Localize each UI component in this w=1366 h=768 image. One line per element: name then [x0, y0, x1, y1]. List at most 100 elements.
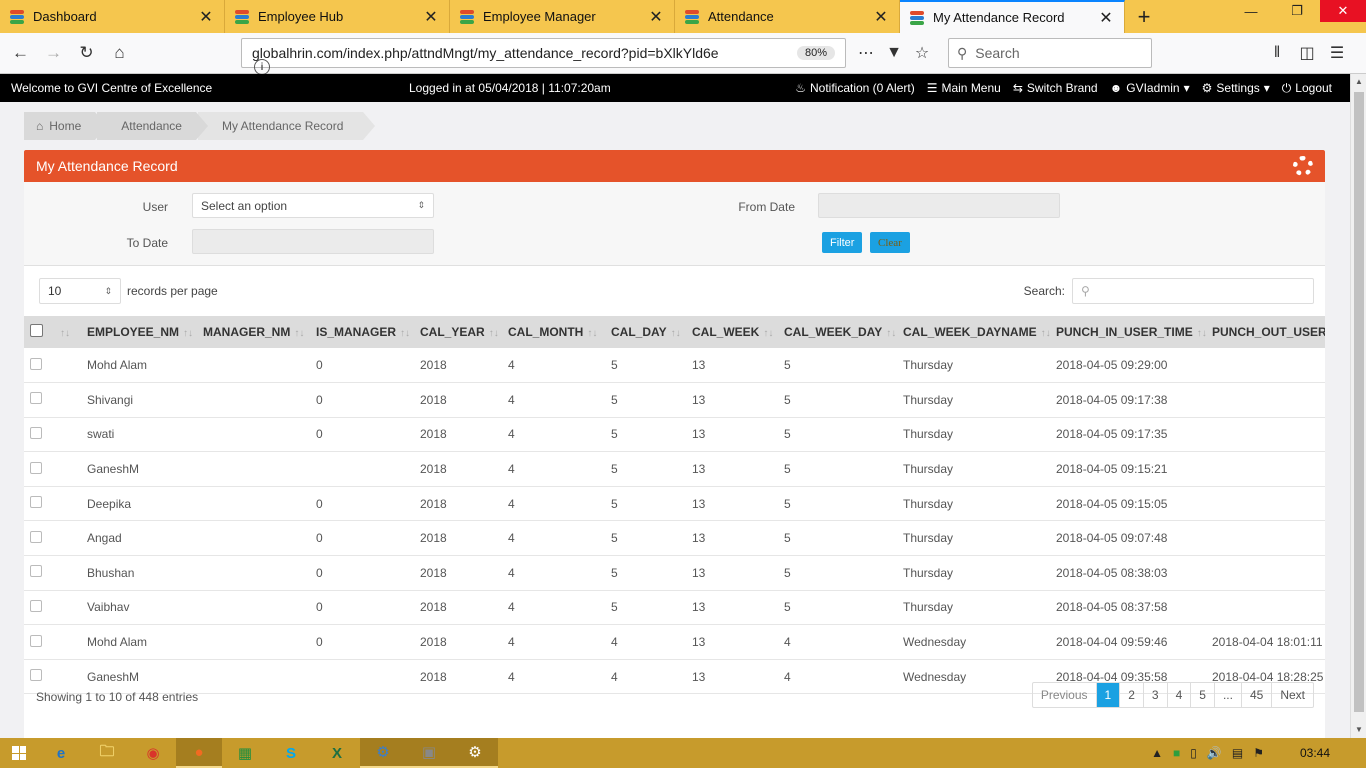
maximize-icon[interactable]: ❐	[1274, 0, 1320, 22]
row-checkbox[interactable]	[30, 634, 42, 647]
column-header[interactable]: IS_MANAGER ↑↓	[310, 316, 414, 348]
to-date-input[interactable]	[192, 229, 434, 254]
table-row[interactable]: Angad 0 2018 4 5 13 5 Thursday 2018-04-05 09:07:…	[24, 521, 1325, 556]
close-tab-icon[interactable]: ✕	[873, 7, 889, 27]
column-header[interactable]: CAL_WEEK ↑↓	[686, 316, 778, 348]
column-header[interactable]: CAL_WEEK_DAY ↑↓	[778, 316, 897, 348]
minimize-icon[interactable]: —	[1228, 0, 1274, 22]
column-header[interactable]: CAL_MONTH ↑↓	[502, 316, 605, 348]
notification-link[interactable]: ♨ Notification (0 Alert)	[795, 81, 914, 96]
zoom-level[interactable]: 80%	[796, 46, 835, 60]
more-actions-icon[interactable]: ⋯	[852, 43, 880, 63]
volume-icon[interactable]: 🔊	[1207, 746, 1222, 760]
tray-expand-icon[interactable]: ▲	[1151, 746, 1163, 760]
row-checkbox-cell[interactable]	[24, 556, 50, 591]
filter-button[interactable]: Filter	[822, 232, 863, 253]
close-tab-icon[interactable]: ✕	[648, 7, 664, 27]
row-checkbox-cell[interactable]	[24, 486, 50, 521]
reload-icon[interactable]: ↻	[70, 38, 103, 68]
from-date-input[interactable]	[818, 193, 1060, 218]
pagination-item[interactable]: 3	[1142, 683, 1167, 707]
main-menu-link[interactable]: ☰ Main Menu	[927, 81, 1001, 96]
file-explorer-icon[interactable]: 🗀	[84, 738, 130, 768]
home-icon[interactable]: ⌂	[103, 38, 136, 68]
row-checkbox-cell[interactable]	[24, 348, 50, 383]
row-checkbox[interactable]	[30, 426, 42, 439]
hamburger-menu-icon[interactable]: ☰	[1322, 43, 1352, 63]
select-all-checkbox[interactable]	[30, 324, 43, 337]
close-tab-icon[interactable]: ✕	[423, 7, 439, 27]
pagination-item[interactable]: 2	[1119, 683, 1143, 707]
row-checkbox[interactable]	[30, 392, 42, 405]
gear-icon[interactable]	[1293, 156, 1313, 176]
url-bar[interactable]: i globalhrin.com/index.php/attndMngt/my_…	[241, 38, 846, 155]
skype-icon[interactable]: S	[268, 738, 314, 768]
column-header[interactable]: PUNCH_OUT_USER_T	[1206, 316, 1325, 348]
table-row[interactable]: GaneshM 2018 4 5 13 5 Thursday 2018-04-05 09:15…	[24, 452, 1325, 487]
excel-icon[interactable]: X	[314, 738, 360, 768]
table-search-input[interactable]: ⚲	[1072, 278, 1314, 304]
start-button[interactable]	[0, 738, 38, 768]
flag-icon[interactable]: ⚑	[1253, 746, 1264, 760]
breadcrumb-home[interactable]: ⌂ Home	[24, 112, 108, 140]
pagination-item[interactable]: 1	[1095, 683, 1120, 707]
select-all-checkbox-cell[interactable]	[24, 316, 50, 348]
network-tool-icon[interactable]: ⚙	[360, 738, 406, 768]
settings-app-icon[interactable]: ⚙	[452, 738, 498, 768]
row-checkbox-cell[interactable]	[24, 417, 50, 452]
user-menu[interactable]: ☻ GVIadmin ▾	[1110, 81, 1190, 96]
pagination-item[interactable]: Next	[1271, 683, 1313, 707]
pagination-item[interactable]: 45	[1240, 683, 1271, 707]
column-header[interactable]: CAL_YEAR ↑↓	[414, 316, 502, 348]
column-header[interactable]: PUNCH_IN_USER_TIME ↑↓	[1050, 316, 1206, 348]
logout-link[interactable]: ⏻ Logout	[1282, 81, 1332, 96]
user-select[interactable]: Select an option ⇕	[192, 193, 434, 218]
scroll-up-icon[interactable]: ▲	[1351, 74, 1366, 90]
switch-brand-link[interactable]: ⇆ Switch Brand	[1013, 81, 1098, 96]
row-checkbox-cell[interactable]	[24, 452, 50, 487]
pagination-item[interactable]: 4	[1166, 683, 1191, 707]
table-row[interactable]: Vaibhav 0 2018 4 5 13 5 Thursday 2018-04-05 08:3…	[24, 590, 1325, 625]
table-row[interactable]: Mohd Alam 0 2018 4 4 13 4 Wednesday 2018-04-04 0…	[24, 625, 1325, 660]
close-window-icon[interactable]: ✕	[1320, 0, 1366, 22]
scrollbar-thumb[interactable]	[1354, 92, 1364, 712]
tray-app-icon[interactable]: ■	[1173, 746, 1180, 760]
close-tab-icon[interactable]: ✕	[1098, 8, 1114, 28]
browser-tab[interactable]: Attendance ✕	[675, 0, 900, 33]
back-icon[interactable]: ←	[4, 38, 37, 68]
browser-search-input[interactable]: ⚲ Search	[948, 38, 1152, 68]
browser-tab[interactable]: My Attendance Record ✕	[900, 0, 1125, 33]
pagination-item[interactable]: 5	[1190, 683, 1214, 707]
column-header[interactable]: EMPLOYEE_NM ↑↓	[81, 316, 197, 348]
page-length-select[interactable]: 10 ⇕	[39, 278, 121, 304]
table-row[interactable]: Mohd Alam 0 2018 4 5 13 5 Thursday 2018-04-05 09…	[24, 348, 1325, 383]
close-tab-icon[interactable]: ✕	[198, 7, 214, 27]
sort-column-header[interactable]: ↑↓	[50, 316, 81, 348]
row-checkbox-cell[interactable]	[24, 383, 50, 418]
spreadsheet-icon[interactable]: ▦	[222, 738, 268, 768]
row-checkbox-cell[interactable]	[24, 625, 50, 660]
bookmark-star-icon[interactable]: ☆	[908, 43, 936, 63]
new-tab-button[interactable]: +	[1125, 0, 1163, 33]
chrome-icon[interactable]: ◉	[130, 738, 176, 768]
row-checkbox-cell[interactable]	[24, 590, 50, 625]
scroll-down-icon[interactable]: ▼	[1351, 722, 1366, 738]
clock[interactable]: 03:44	[1300, 746, 1330, 760]
url-text[interactable]: globalhrin.com/index.php/attndMngt/my_at…	[252, 45, 797, 61]
column-header[interactable]: CAL_WEEK_DAYNAME ↑↓	[897, 316, 1050, 348]
row-checkbox[interactable]	[30, 461, 42, 474]
row-checkbox-cell[interactable]	[24, 521, 50, 556]
table-row[interactable]: Shivangi 0 2018 4 5 13 5 Thursday 2018-04-05 09:…	[24, 383, 1325, 418]
window-app-icon[interactable]: ▣	[406, 738, 452, 768]
page-scrollbar[interactable]: ▲ ▼	[1350, 74, 1366, 738]
battery-icon[interactable]: ▯	[1190, 746, 1197, 760]
library-icon[interactable]: ‖	[1262, 44, 1292, 62]
forward-icon[interactable]: →	[37, 38, 70, 68]
row-checkbox[interactable]	[30, 530, 42, 543]
network-icon[interactable]: ▤	[1232, 746, 1243, 760]
table-row[interactable]: Bhushan 0 2018 4 5 13 5 Thursday 2018-04-05 08:3…	[24, 556, 1325, 591]
table-row[interactable]: swati 0 2018 4 5 13 5 Thursday 2018-04-05 09:17:…	[24, 417, 1325, 452]
info-icon[interactable]: i	[254, 59, 270, 75]
clear-button[interactable]: Clear	[870, 232, 910, 253]
row-checkbox[interactable]	[30, 599, 42, 612]
